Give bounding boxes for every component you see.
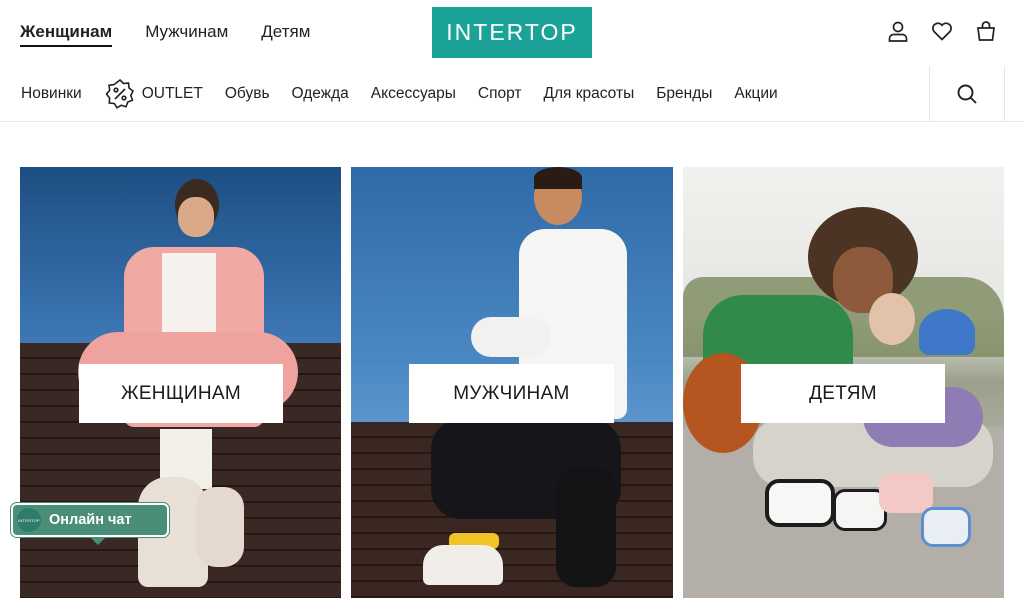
chat-avatar: INTERTOP bbox=[17, 508, 41, 532]
nav-item-shoes[interactable]: Обувь bbox=[225, 85, 270, 103]
search-icon bbox=[957, 84, 977, 104]
nav-item-clothing[interactable]: Одежда bbox=[292, 85, 349, 103]
chat-label: Онлайн чат bbox=[49, 512, 132, 528]
category-tile-kids[interactable]: ДЕТЯМ bbox=[683, 167, 1004, 598]
category-tile-men[interactable]: МУЖЧИНАМ bbox=[351, 167, 673, 598]
tab-women[interactable]: Женщинам bbox=[20, 22, 113, 47]
nav-item-accessories[interactable]: Аксессуары bbox=[371, 85, 456, 103]
user-icon[interactable] bbox=[886, 18, 910, 44]
nav-item-brands[interactable]: Бренды bbox=[656, 85, 712, 103]
tab-kids[interactable]: Детям bbox=[261, 22, 310, 47]
heart-icon[interactable] bbox=[930, 18, 954, 44]
nav-item-new[interactable]: Новинки bbox=[21, 85, 82, 103]
tile-label-men: МУЖЧИНАМ bbox=[409, 364, 614, 423]
nav-items: Новинки OUTLET Обувь Одежда Аксессуары С… bbox=[21, 66, 800, 121]
percent-badge-icon bbox=[105, 78, 134, 109]
header-icons bbox=[886, 18, 998, 44]
chat-avatar-text: INTERTOP bbox=[18, 517, 40, 523]
tab-men[interactable]: Мужчинам bbox=[145, 22, 228, 47]
header: Женщинам Мужчинам Детям INTERTOP bbox=[0, 0, 1024, 66]
chat-tail bbox=[90, 537, 106, 545]
main-nav: Новинки OUTLET Обувь Одежда Аксессуары С… bbox=[0, 66, 1024, 122]
nav-item-outlet-label: OUTLET bbox=[141, 84, 203, 102]
tile-label-women: ЖЕНЩИНАМ bbox=[79, 364, 283, 423]
tile-label-kids: ДЕТЯМ bbox=[741, 364, 945, 423]
gender-tabs: Женщинам Мужчинам Детям bbox=[20, 22, 310, 47]
nav-item-beauty[interactable]: Для красоты bbox=[544, 85, 635, 103]
nav-item-sale[interactable]: Акции bbox=[734, 85, 777, 103]
search-button[interactable] bbox=[929, 66, 1005, 121]
bag-icon[interactable] bbox=[974, 18, 998, 44]
logo[interactable]: INTERTOP bbox=[432, 7, 592, 58]
nav-item-outlet[interactable]: OUTLET bbox=[104, 78, 203, 110]
online-chat-button[interactable]: INTERTOP Онлайн чат bbox=[11, 503, 169, 545]
nav-item-sport[interactable]: Спорт bbox=[478, 85, 522, 103]
